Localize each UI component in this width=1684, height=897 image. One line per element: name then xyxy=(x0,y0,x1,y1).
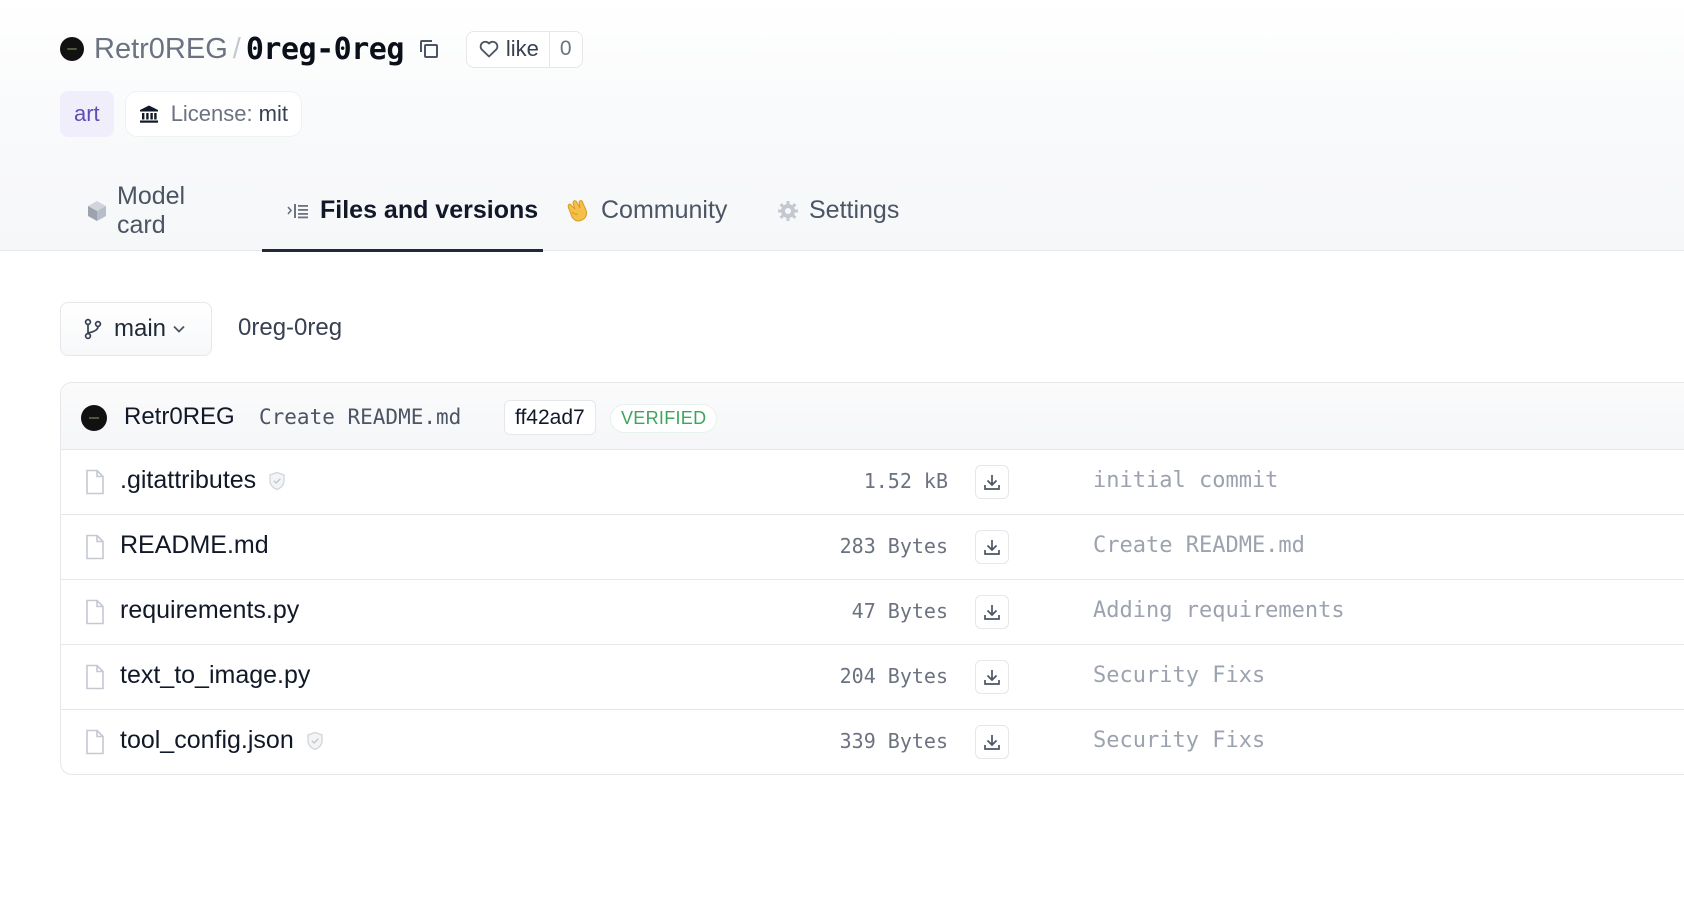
heart-icon xyxy=(479,40,499,58)
download-icon xyxy=(984,605,1000,620)
shield-check-icon xyxy=(306,731,324,751)
commit-author-avatar[interactable] xyxy=(81,405,107,431)
tab-community[interactable]: Community xyxy=(565,170,727,251)
download-button[interactable] xyxy=(975,660,1009,694)
file-row: .gitattributes 1.52 kB initial commit xyxy=(61,450,1684,515)
tag-art[interactable]: art xyxy=(60,91,114,137)
branch-name: main xyxy=(114,315,167,342)
file-name-link[interactable]: requirements.py xyxy=(120,596,299,625)
git-branch-icon xyxy=(83,318,103,340)
commit-message[interactable]: Create README.md xyxy=(259,405,461,429)
file-icon xyxy=(85,664,105,690)
download-button[interactable] xyxy=(975,725,1009,759)
file-name-text: README.md xyxy=(120,531,269,559)
file-name-link[interactable]: tool_config.json xyxy=(120,726,324,755)
file-name-link[interactable]: .gitattributes xyxy=(120,466,286,495)
copy-icon[interactable] xyxy=(418,38,440,60)
file-size: 47 Bytes xyxy=(851,599,948,623)
owner-name-link[interactable]: Retr0REG xyxy=(94,33,228,66)
tab-settings[interactable]: Settings xyxy=(777,170,899,251)
download-icon xyxy=(984,475,1000,490)
clapping-hands-icon xyxy=(565,199,591,223)
file-row: requirements.py 47 Bytes Adding requirem… xyxy=(61,580,1684,645)
tab-label: Settings xyxy=(809,196,900,224)
tab-label: Files and versions xyxy=(320,196,539,224)
file-list: Retr0REG Create README.md ff42ad7 VERIFI… xyxy=(60,382,1684,775)
chevron-down-icon xyxy=(172,324,186,334)
file-last-commit[interactable]: Security Fixs xyxy=(1093,663,1265,688)
download-button[interactable] xyxy=(975,465,1009,499)
tab-label: Community xyxy=(601,196,728,224)
branch-selector[interactable]: main xyxy=(60,302,212,356)
repo-name[interactable]: 0reg-0reg xyxy=(246,32,405,67)
shield-check-icon xyxy=(268,471,286,491)
download-icon xyxy=(984,670,1000,685)
owner-avatar[interactable] xyxy=(60,37,84,61)
file-name-text: text_to_image.py xyxy=(120,661,311,689)
license-key: License: xyxy=(170,101,253,126)
file-last-commit[interactable]: Adding requirements xyxy=(1093,598,1345,623)
tags-row: art License: mit xyxy=(60,91,302,137)
commit-hash[interactable]: ff42ad7 xyxy=(504,400,596,435)
file-name-text: .gitattributes xyxy=(120,466,257,494)
path-separator: / xyxy=(232,32,241,65)
tab-label: Model card xyxy=(117,181,186,239)
file-size: 339 Bytes xyxy=(839,729,948,753)
gear-icon xyxy=(777,200,799,222)
file-last-commit[interactable]: Create README.md xyxy=(1093,533,1305,558)
like-action[interactable]: like xyxy=(467,32,549,67)
file-name-link[interactable]: README.md xyxy=(120,531,269,560)
verified-badge: VERIFIED xyxy=(610,404,718,433)
file-size: 283 Bytes xyxy=(839,534,948,558)
license-value: mit xyxy=(258,101,288,126)
file-name-text: requirements.py xyxy=(120,596,300,624)
file-size: 204 Bytes xyxy=(839,664,948,688)
like-button[interactable]: like 0 xyxy=(465,30,583,68)
repo-title-row: Retr0REG / 0reg-0reg like 0 xyxy=(60,28,583,70)
commit-author[interactable]: Retr0REG xyxy=(124,403,235,431)
file-icon xyxy=(85,469,105,495)
download-icon xyxy=(984,540,1000,555)
tag-license[interactable]: License: mit xyxy=(124,91,302,137)
repo-header: Retr0REG / 0reg-0reg like 0 art License:… xyxy=(0,0,1684,252)
file-icon xyxy=(85,534,105,560)
download-button[interactable] xyxy=(975,530,1009,564)
file-icon xyxy=(85,599,105,625)
tab-model-card[interactable]: Model card xyxy=(87,170,185,251)
file-name-link[interactable]: text_to_image.py xyxy=(120,661,310,690)
file-last-commit[interactable]: initial commit xyxy=(1093,468,1278,493)
files-icon xyxy=(286,202,310,220)
file-size: 1.52 kB xyxy=(863,469,948,493)
path-breadcrumb[interactable]: 0reg-0reg xyxy=(238,314,342,342)
download-button[interactable] xyxy=(975,595,1009,629)
like-count[interactable]: 0 xyxy=(548,31,582,67)
file-name-text: tool_config.json xyxy=(120,726,294,754)
tab-files-and-versions[interactable]: Files and versions xyxy=(262,170,543,252)
file-row: text_to_image.py 204 Bytes Security Fixs xyxy=(61,645,1684,710)
last-commit-row: Retr0REG Create README.md ff42ad7 VERIFI… xyxy=(61,383,1684,450)
cube-icon xyxy=(87,200,107,222)
file-row: README.md 283 Bytes Create README.md xyxy=(61,515,1684,580)
download-icon xyxy=(984,735,1000,750)
file-row: tool_config.json 339 Bytes Security Fixs xyxy=(61,710,1684,774)
like-label: like xyxy=(505,36,539,61)
file-icon xyxy=(85,729,105,755)
bank-icon xyxy=(139,104,159,124)
file-last-commit[interactable]: Security Fixs xyxy=(1093,728,1265,753)
